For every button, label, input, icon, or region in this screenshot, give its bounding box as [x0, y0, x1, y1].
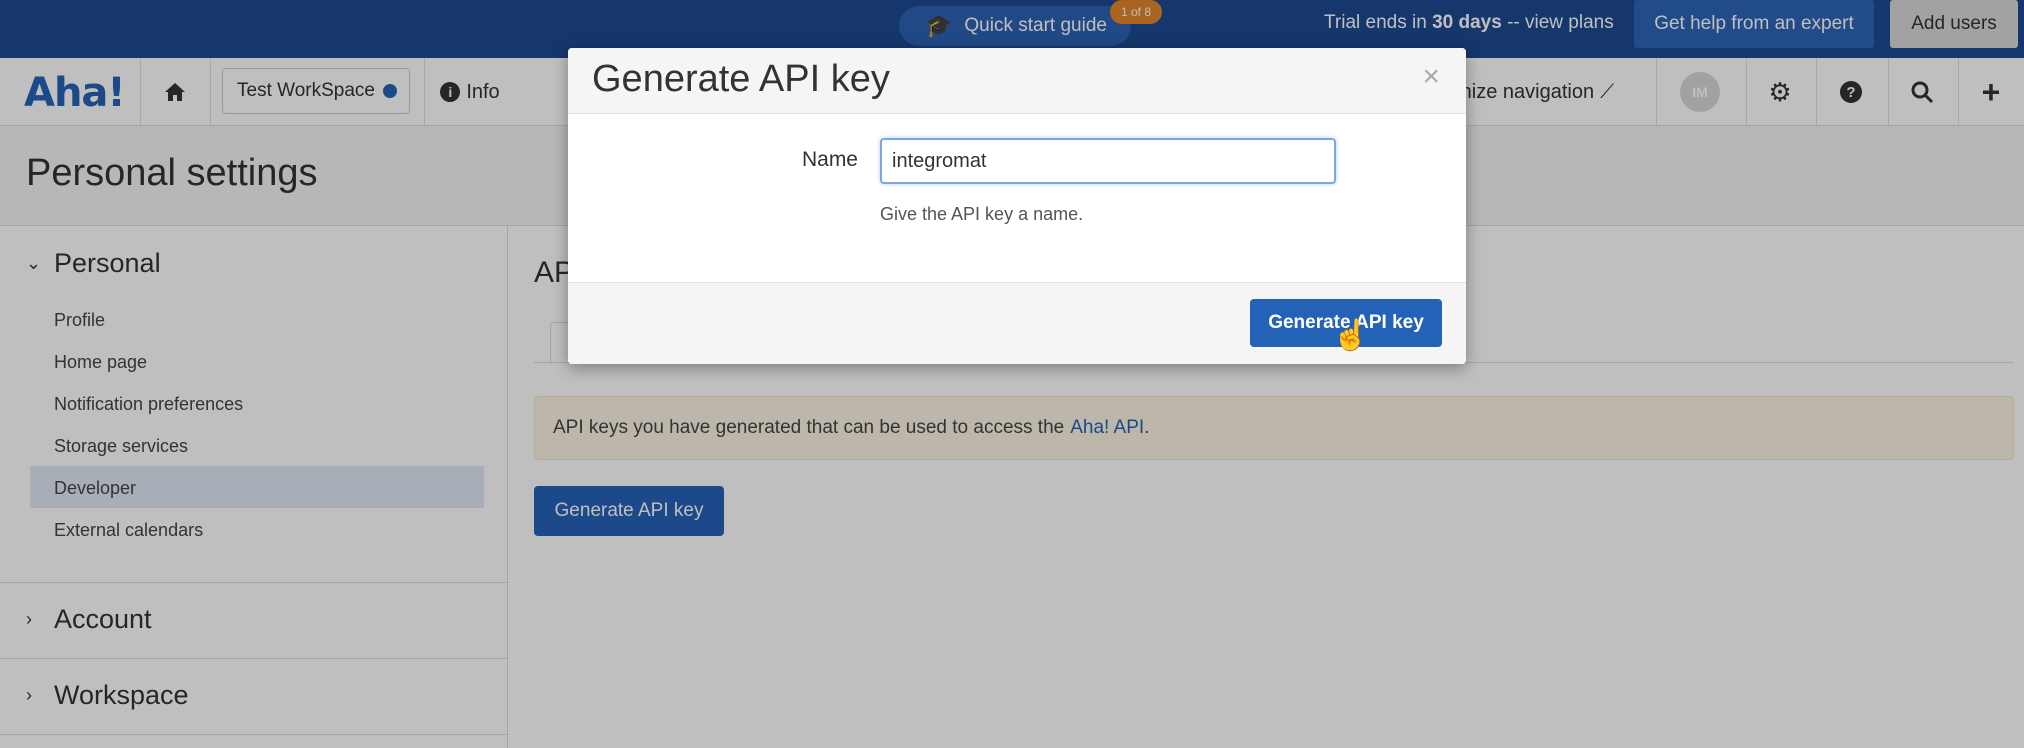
- generate-api-key-dialog: Generate API key × Name Give the API key…: [568, 48, 1466, 364]
- name-field-hint: Give the API key a name.: [880, 204, 1084, 224]
- name-field-label: Name: [801, 148, 858, 171]
- hand-pointer-cursor-icon: ☝: [1332, 319, 1370, 352]
- close-icon[interactable]: ×: [1422, 60, 1440, 94]
- api-key-name-input[interactable]: [880, 138, 1336, 184]
- dialog-header: Generate API key ×: [568, 48, 1466, 114]
- dialog-title: Generate API key: [592, 58, 890, 100]
